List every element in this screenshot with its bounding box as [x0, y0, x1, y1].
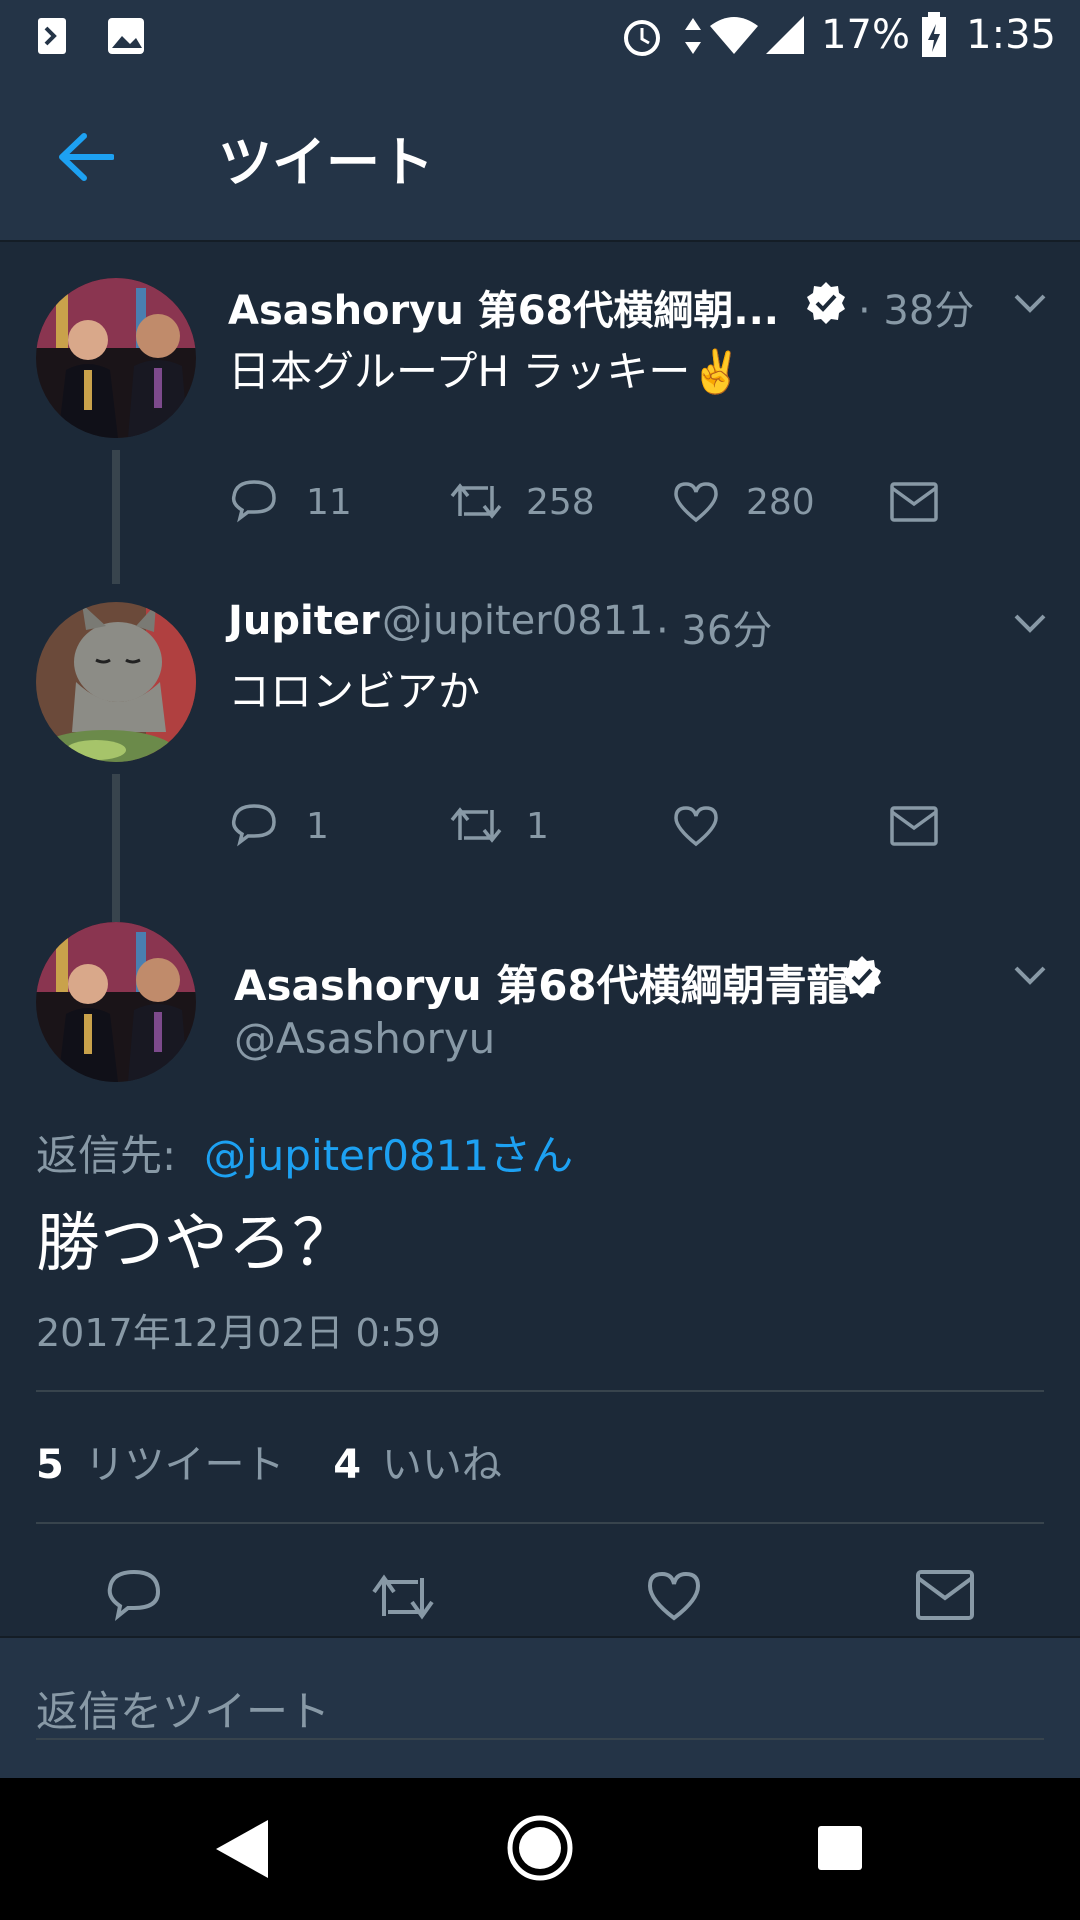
author-handle[interactable]: @Asashoryu — [234, 1014, 495, 1063]
avatar[interactable] — [36, 278, 196, 438]
like-icon[interactable] — [672, 480, 720, 524]
retweet-icon[interactable] — [448, 480, 504, 522]
focused-tweet: Asashoryu 第68代横綱朝青龍 @Asashoryu 返信先: @jup… — [0, 922, 1080, 1636]
reply-count: 11 — [306, 482, 352, 523]
thread-line — [112, 450, 120, 562]
app-header: ツイート — [0, 72, 1080, 242]
verified-badge-icon — [807, 282, 845, 324]
reply-placeholder: 返信をツイート — [36, 1687, 331, 1736]
divider — [36, 1522, 1044, 1524]
direct-message-icon[interactable] — [916, 1570, 974, 1620]
nav-back-icon[interactable] — [214, 1818, 270, 1880]
retweet-icon[interactable] — [370, 1572, 436, 1622]
chevron-down-icon[interactable] — [1012, 286, 1048, 322]
full-timestamp: 2017年12月02日 0:59 — [36, 1311, 441, 1355]
status-bar: 17% 1:35 — [0, 0, 1080, 72]
author-name[interactable]: Asashoryu 第68代横綱朝... — [228, 278, 779, 336]
back-arrow-icon[interactable] — [58, 132, 114, 182]
reply-to-link[interactable]: @jupiter0811さん — [204, 1122, 573, 1183]
thread-line — [112, 774, 120, 924]
timestamp: · 38分 — [858, 288, 975, 334]
reply-input[interactable]: 返信をツイート — [36, 1678, 1044, 1740]
retweet-total: 5 — [36, 1442, 64, 1488]
alarm-icon — [624, 20, 660, 56]
chevron-down-icon[interactable] — [1012, 958, 1048, 994]
nav-recents-icon[interactable] — [816, 1824, 864, 1872]
avatar[interactable] — [36, 602, 196, 762]
gallery-icon — [108, 18, 144, 54]
signal-icon — [766, 16, 804, 54]
reply-icon[interactable] — [106, 1568, 162, 1622]
tweet-text: 日本グループH ラッキー✌️ — [228, 347, 743, 396]
author-name[interactable]: Jupiter — [228, 598, 380, 644]
retweet-total-label: リツイート — [84, 1442, 285, 1488]
tweet-text: コロンビアか — [228, 667, 481, 716]
author-handle[interactable]: @jupiter0811 — [382, 598, 654, 644]
retweet-count: 1 — [526, 806, 549, 847]
chevron-down-icon[interactable] — [1012, 606, 1048, 642]
sim-icon — [38, 18, 66, 54]
battery-icon — [922, 12, 946, 57]
like-total: 4 — [333, 1442, 362, 1488]
engagement-stats[interactable]: 5 リツイート 4 いいね — [36, 1432, 502, 1490]
battery-percent: 17% — [821, 12, 910, 58]
tweet-text: 勝つやろ？ — [36, 1207, 356, 1281]
retweet-count: 258 — [526, 482, 595, 523]
like-total-label: いいね — [381, 1442, 502, 1488]
timestamp: · 36分 — [656, 608, 773, 654]
reply-to-label: 返信先: — [36, 1131, 177, 1180]
direct-message-icon[interactable] — [890, 806, 938, 846]
tweet-1[interactable]: Asashoryu 第68代横綱朝... · 38分 日本グループH ラッキー✌… — [0, 242, 1080, 562]
retweet-icon[interactable] — [448, 804, 504, 846]
system-nav-bar — [0, 1778, 1080, 1920]
like-icon[interactable] — [672, 804, 720, 848]
direct-message-icon[interactable] — [890, 482, 938, 522]
avatar[interactable] — [36, 922, 196, 1082]
data-arrows-icon — [685, 18, 701, 54]
reply-composer-bar: 返信をツイート — [0, 1636, 1080, 1780]
nav-home-icon[interactable] — [506, 1814, 574, 1882]
clock: 1:35 — [966, 12, 1056, 58]
wifi-icon — [710, 17, 758, 54]
tweet-2[interactable]: Jupiter @jupiter0811 · 36分 コロンビアか 1 1 — [0, 562, 1080, 924]
thread-line — [112, 562, 120, 584]
author-name[interactable]: Asashoryu 第68代横綱朝青龍 — [234, 952, 849, 1013]
like-count: 280 — [746, 482, 815, 523]
page-title: ツイート — [218, 131, 434, 194]
reply-icon[interactable] — [230, 802, 278, 848]
reply-count: 1 — [306, 806, 329, 847]
verified-badge-icon — [843, 956, 881, 998]
crossed-fingers-emoji: ✌️ — [690, 347, 743, 396]
reply-icon[interactable] — [230, 478, 278, 524]
divider — [36, 1390, 1044, 1392]
like-icon[interactable] — [646, 1570, 702, 1622]
